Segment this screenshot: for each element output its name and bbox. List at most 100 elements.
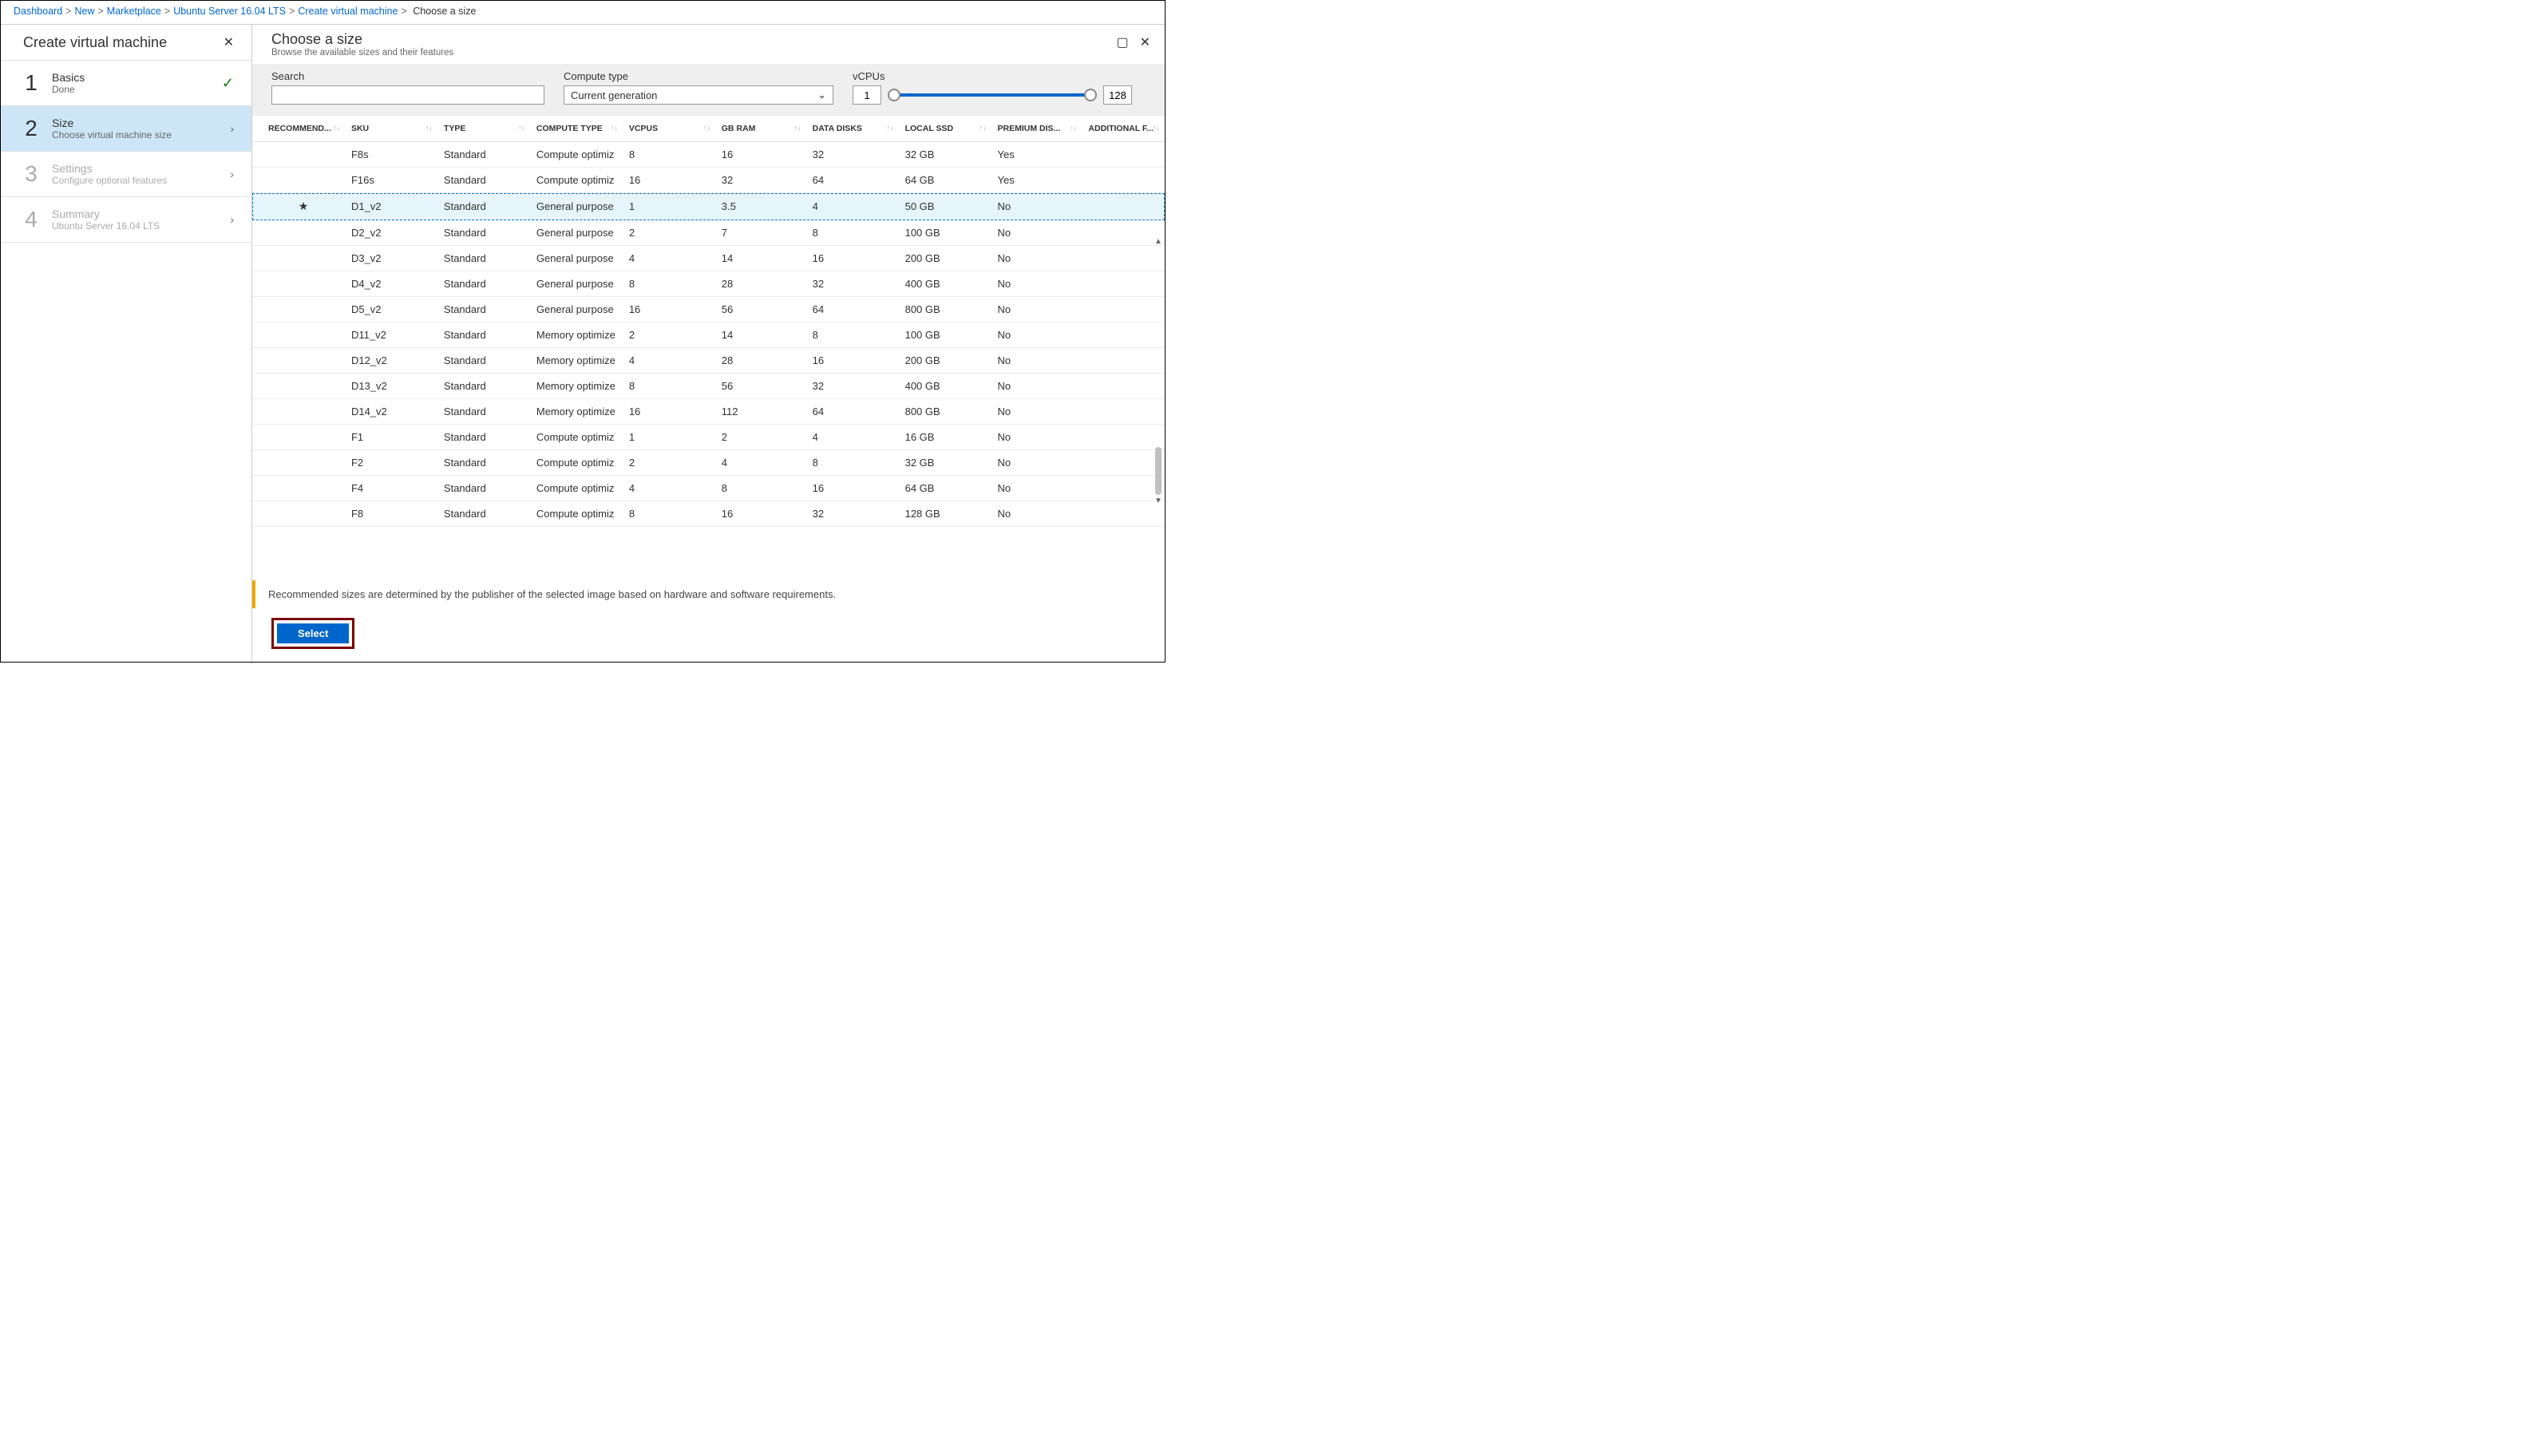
cell-ct: Compute optimiz <box>530 501 623 527</box>
scrollbar-thumb[interactable] <box>1155 447 1162 495</box>
column-header[interactable]: ADDITIONAL F...↑↓ <box>1082 116 1165 142</box>
select-button[interactable]: Select <box>277 623 349 643</box>
table-row[interactable]: D13_v2StandardMemory optimize85632400 GB… <box>252 374 1165 399</box>
breadcrumb-link[interactable]: Ubuntu Server 16.04 LTS <box>173 6 286 17</box>
cell-ssd: 16 GB <box>899 425 991 450</box>
step-number: 3 <box>17 161 46 187</box>
sort-icon[interactable]: ↑↓ <box>1153 124 1160 132</box>
table-row[interactable]: D5_v2StandardGeneral purpose165664800 GB… <box>252 297 1165 322</box>
wizard-title: Create virtual machine <box>23 34 167 51</box>
scroll-up-icon[interactable]: ▲ <box>1153 235 1164 247</box>
close-icon[interactable]: ✕ <box>219 33 239 52</box>
restore-icon[interactable]: ▢ <box>1116 34 1128 50</box>
sort-icon[interactable]: ↑↓ <box>425 124 433 132</box>
sort-icon[interactable]: ↑↓ <box>1070 124 1077 132</box>
size-blade: Choose a size Browse the available sizes… <box>252 25 1165 662</box>
table-row[interactable]: D14_v2StandardMemory optimize1611264800 … <box>252 399 1165 425</box>
cell-dd: 8 <box>806 450 899 476</box>
column-header[interactable]: DATA DISKS↑↓ <box>806 116 899 142</box>
cell-prem: No <box>991 297 1082 322</box>
sort-icon[interactable]: ↑↓ <box>703 124 710 132</box>
sort-icon[interactable]: ↑↓ <box>980 124 987 132</box>
cell-dd: 64 <box>806 399 899 425</box>
compute-type-select[interactable]: Current generation ⌄ <box>564 85 833 105</box>
cell-sku: D13_v2 <box>345 374 437 399</box>
chevron-right-icon: > <box>401 6 406 17</box>
cell-dd: 8 <box>806 220 899 246</box>
table-row[interactable]: D12_v2StandardMemory optimize42816200 GB… <box>252 348 1165 374</box>
breadcrumb-link[interactable]: Dashboard <box>14 6 62 17</box>
table-row[interactable]: F1StandardCompute optimiz12416 GBNo <box>252 425 1165 450</box>
column-header[interactable]: GB RAM↑↓ <box>715 116 806 142</box>
cell-vcpus: 4 <box>623 476 715 501</box>
cell-ssd: 100 GB <box>899 322 991 348</box>
vcpus-max-input[interactable] <box>1103 85 1132 105</box>
cell-sku: F8s <box>345 142 437 168</box>
slider-thumb-max[interactable] <box>1084 89 1097 101</box>
compute-type-value: Current generation <box>571 89 657 101</box>
cell-sku: F1 <box>345 425 437 450</box>
column-header[interactable]: LOCAL SSD↑↓ <box>899 116 991 142</box>
search-input[interactable] <box>271 85 544 105</box>
table-row[interactable]: F8StandardCompute optimiz81632128 GBNo <box>252 501 1165 527</box>
step-number: 2 <box>17 116 46 141</box>
cell-ct: Memory optimize <box>530 322 623 348</box>
breadcrumb-link[interactable]: Marketplace <box>107 6 161 17</box>
cell-ram: 8 <box>715 476 806 501</box>
sort-icon[interactable]: ↑↓ <box>611 124 618 132</box>
cell-vcpus: 8 <box>623 271 715 297</box>
wizard-step-basics[interactable]: 1BasicsDone✓ <box>1 60 251 106</box>
cell-ram: 32 <box>715 168 806 193</box>
cell-dd: 4 <box>806 193 899 220</box>
cell-ct: General purpose <box>530 297 623 322</box>
sort-icon[interactable]: ↑↓ <box>794 124 801 132</box>
cell-prem: No <box>991 220 1082 246</box>
breadcrumb-link[interactable]: Create virtual machine <box>298 6 398 17</box>
compute-type-label: Compute type <box>564 70 833 82</box>
cell-prem: No <box>991 476 1082 501</box>
table-row[interactable]: D3_v2StandardGeneral purpose41416200 GBN… <box>252 246 1165 271</box>
vcpus-slider[interactable] <box>889 85 1095 105</box>
vcpus-min-input[interactable] <box>853 85 881 105</box>
column-header[interactable]: VCPUS↑↓ <box>623 116 715 142</box>
slider-thumb-min[interactable] <box>888 89 900 101</box>
table-row[interactable]: ★D1_v2StandardGeneral purpose13.5450 GBN… <box>252 193 1165 220</box>
step-title: Summary <box>52 208 230 220</box>
table-row[interactable]: F8sStandardCompute optimiz8163232 GBYes <box>252 142 1165 168</box>
table-row[interactable]: F16sStandardCompute optimiz16326464 GBYe… <box>252 168 1165 193</box>
column-header[interactable]: COMPUTE TYPE↑↓ <box>530 116 623 142</box>
scroll-down-icon[interactable]: ▼ <box>1153 495 1164 507</box>
column-header[interactable]: SKU↑↓ <box>345 116 437 142</box>
table-row[interactable]: D11_v2StandardMemory optimize2148100 GBN… <box>252 322 1165 348</box>
table-row[interactable]: D4_v2StandardGeneral purpose82832400 GBN… <box>252 271 1165 297</box>
cell-type: Standard <box>437 374 530 399</box>
sort-icon[interactable]: ↑↓ <box>518 124 525 132</box>
close-icon[interactable]: ✕ <box>1140 34 1150 50</box>
table-row[interactable]: D2_v2StandardGeneral purpose278100 GBNo <box>252 220 1165 246</box>
column-header[interactable]: RECOMMEND...↑↓ <box>252 116 345 142</box>
column-header[interactable]: PREMIUM DIS...↑↓ <box>991 116 1082 142</box>
cell-ct: General purpose <box>530 193 623 220</box>
cell-sku: F16s <box>345 168 437 193</box>
cell-ct: General purpose <box>530 220 623 246</box>
table-row[interactable]: F4StandardCompute optimiz481664 GBNo <box>252 476 1165 501</box>
table-row[interactable]: F2StandardCompute optimiz24832 GBNo <box>252 450 1165 476</box>
step-number: 4 <box>17 207 46 232</box>
cell-ram: 4 <box>715 450 806 476</box>
search-label: Search <box>271 70 544 82</box>
cell-type: Standard <box>437 271 530 297</box>
cell-type: Standard <box>437 501 530 527</box>
sort-icon[interactable]: ↑↓ <box>887 124 894 132</box>
table-scrollbar[interactable]: ▲ ▼ <box>1152 235 1165 493</box>
breadcrumb-link[interactable]: New <box>74 6 94 17</box>
cell-type: Standard <box>437 399 530 425</box>
cell-type: Standard <box>437 168 530 193</box>
cell-vcpus: 4 <box>623 348 715 374</box>
sort-icon[interactable]: ↑↓ <box>333 124 340 132</box>
page-title: Choose a size <box>271 31 1146 48</box>
select-button-highlight: Select <box>271 618 354 649</box>
cell-dd: 64 <box>806 297 899 322</box>
column-header[interactable]: TYPE↑↓ <box>437 116 530 142</box>
cell-type: Standard <box>437 476 530 501</box>
wizard-step-size[interactable]: 2SizeChoose virtual machine size› <box>1 105 251 152</box>
